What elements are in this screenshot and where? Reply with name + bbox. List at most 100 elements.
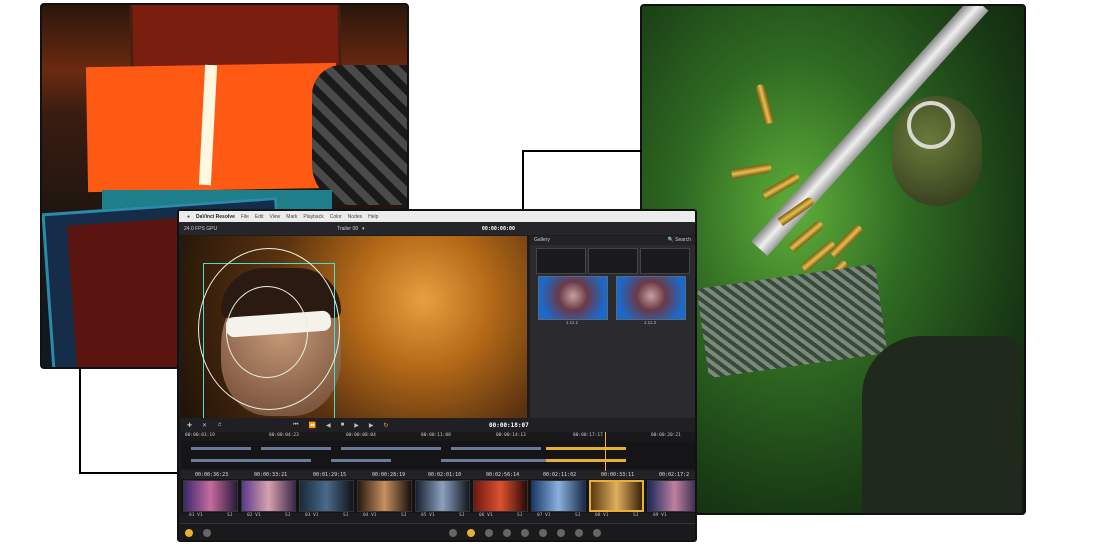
still-album[interactable] xyxy=(588,248,638,274)
clip-label: 07 V1 xyxy=(537,513,551,518)
ruler-tick: 00:00:01:19 xyxy=(185,433,215,438)
timeline-ruler[interactable]: 00:00:01:19 00:00:04:23 00:00:08:04 00:0… xyxy=(181,432,695,441)
go-start-icon[interactable]: ⏮ xyxy=(293,422,298,429)
ruler-tick: 00:00:17:17 xyxy=(573,433,603,438)
track-segment-selected[interactable] xyxy=(546,447,626,450)
bullet xyxy=(731,163,772,179)
menu-view[interactable]: View xyxy=(270,214,281,220)
clip-label: SJ xyxy=(575,513,581,518)
still-album[interactable] xyxy=(640,248,690,274)
track-segment[interactable] xyxy=(191,459,311,462)
clip-thumbnail[interactable] xyxy=(415,480,470,512)
clip-thumbnail[interactable] xyxy=(183,480,238,512)
bullet xyxy=(829,223,864,259)
clip-label: 01 V1 xyxy=(189,513,203,518)
menu-app[interactable]: DaVinci Resolve xyxy=(196,214,235,220)
timeline-tracks[interactable] xyxy=(181,441,695,469)
still-label: 1.11.2 xyxy=(643,320,657,325)
step-forward-icon[interactable]: ▶ xyxy=(369,422,374,429)
menu-edit[interactable]: Edit xyxy=(255,214,264,220)
clip-label: SJ xyxy=(227,513,233,518)
track-segment[interactable] xyxy=(261,447,331,450)
clip-thumbnail-selected[interactable] xyxy=(589,480,644,512)
clip-label: 09 V1 xyxy=(653,513,667,518)
stop-icon[interactable]: ■ xyxy=(341,422,345,428)
menu-file[interactable]: File xyxy=(241,214,249,220)
gallery-header: Gallery 🔍 Search xyxy=(530,236,695,245)
clip-label: SJ xyxy=(343,513,349,518)
tracker-icon[interactable] xyxy=(539,529,547,537)
step-back-icon[interactable]: ◀ xyxy=(326,422,331,429)
play-icon[interactable]: ▶ xyxy=(354,422,359,429)
qualifier-icon[interactable] xyxy=(503,529,511,537)
track-segment[interactable] xyxy=(191,447,251,450)
rewind-icon[interactable]: ⏪ xyxy=(308,422,315,429)
color-page-icon[interactable] xyxy=(467,529,475,537)
clip-timecode: 00:02:17:2 xyxy=(659,472,690,478)
track-segment[interactable] xyxy=(341,447,441,450)
track-segment[interactable] xyxy=(451,447,541,450)
gallery-still[interactable] xyxy=(538,276,608,320)
right-photo-weapon-props xyxy=(640,4,1026,515)
clip-timecode: 00:02:11:02 xyxy=(543,472,577,478)
menu-help[interactable]: Help xyxy=(368,214,378,220)
resolve-logo-icon[interactable] xyxy=(185,529,193,537)
menu-bar: ● DaVinci Resolve File Edit View Mark Pl… xyxy=(179,211,695,222)
clip-label: 05 V1 xyxy=(421,513,435,518)
clip-thumbnail[interactable] xyxy=(357,480,412,512)
clip-thumbnail[interactable] xyxy=(473,480,528,512)
page-tabs-bar xyxy=(179,523,695,540)
clip-timecode: 00:00:33:11 xyxy=(601,472,635,478)
gallery-still[interactable] xyxy=(616,276,686,320)
chevron-down-icon[interactable]: ▾ xyxy=(362,226,365,232)
clip-thumbnail[interactable] xyxy=(241,480,296,512)
transport-bar: ✚ ✕ ♬ ⏮ ⏪ ◀ ■ ▶ ▶ ↻ 00:00:18:07 xyxy=(181,418,695,432)
track-segment[interactable] xyxy=(441,459,551,462)
menu-nodes[interactable]: Nodes xyxy=(348,214,362,220)
video-viewer[interactable] xyxy=(181,236,527,418)
loop-icon[interactable]: ↻ xyxy=(383,422,388,429)
clip-label: SJ xyxy=(517,513,523,518)
connector-line xyxy=(79,472,179,474)
track-segment[interactable] xyxy=(331,459,391,462)
gallery-search[interactable]: 🔍 Search xyxy=(668,237,691,244)
edit-page-icon[interactable] xyxy=(449,529,457,537)
clip-thumbnail[interactable] xyxy=(647,480,695,512)
menu-playback[interactable]: Playback xyxy=(303,214,323,220)
clip-label: SJ xyxy=(633,513,639,518)
viewer-timecode: 00:00:00:00 xyxy=(481,225,515,232)
speaker-icon[interactable]: ♬ xyxy=(217,422,223,428)
project-name[interactable]: Trailer 08 xyxy=(337,226,358,232)
apple-icon[interactable]: ● xyxy=(187,214,190,220)
tool-icon[interactable]: ✚ xyxy=(187,422,192,429)
clip-label: SJ xyxy=(459,513,465,518)
curves-icon[interactable] xyxy=(485,529,493,537)
pistol-grip xyxy=(696,263,888,379)
menu-color[interactable]: Color xyxy=(330,214,342,220)
transport-timecode: 00:00:18:07 xyxy=(489,421,529,429)
connector-line xyxy=(522,150,642,152)
clip-label: SJ xyxy=(285,513,291,518)
window-icon[interactable] xyxy=(521,529,529,537)
clip-thumbnail[interactable] xyxy=(531,480,586,512)
clip-label: 02 V1 xyxy=(247,513,261,518)
power-window-inner[interactable] xyxy=(226,286,308,378)
still-label: 1.11.1 xyxy=(565,320,579,325)
blur-icon[interactable] xyxy=(557,529,565,537)
gallery-panel: Gallery 🔍 Search 1.11.1 1.11.2 xyxy=(530,236,695,418)
clip-label: 03 V1 xyxy=(305,513,319,518)
clip-timecode: 00:00:28:19 xyxy=(372,472,406,478)
still-album[interactable] xyxy=(536,248,586,274)
scissors-icon[interactable]: ✕ xyxy=(202,422,207,429)
track-segment-selected[interactable] xyxy=(546,459,626,462)
playhead[interactable] xyxy=(605,432,606,472)
sizing-icon[interactable] xyxy=(593,529,601,537)
clip-thumbnail-strip xyxy=(181,479,695,513)
menu-mark[interactable]: Mark xyxy=(286,214,297,220)
media-page-icon[interactable] xyxy=(203,529,211,537)
key-icon[interactable] xyxy=(575,529,583,537)
clip-thumbnail[interactable] xyxy=(299,480,354,512)
clip-timecode-row: 00:00:36:23 00:00:33:21 00:01:29:15 00:0… xyxy=(181,471,695,479)
viewer-toolbar: 24.0 FPS GPU Trailer 08 ▾ 00:00:00:00 xyxy=(179,222,695,235)
clip-timecode: 00:02:56:14 xyxy=(486,472,520,478)
